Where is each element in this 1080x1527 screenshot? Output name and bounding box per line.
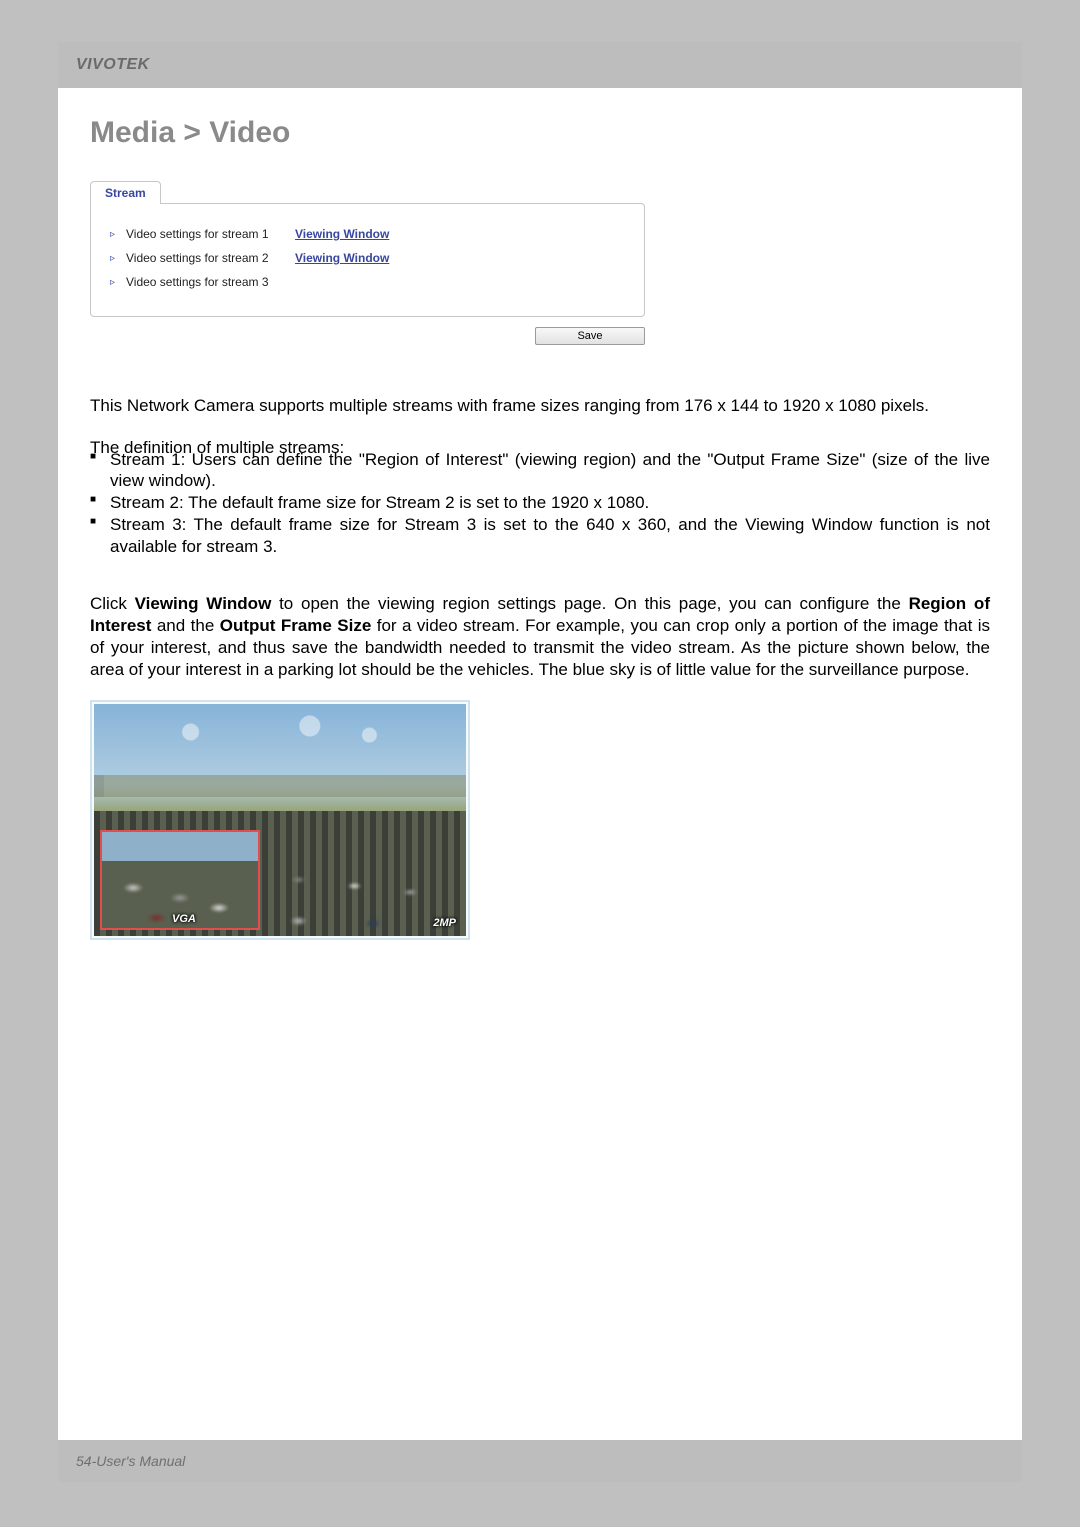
- stream-row: ▹ Video settings for stream 2 Viewing Wi…: [107, 246, 628, 270]
- text-run: and the: [151, 616, 219, 635]
- stream-label: Video settings for stream 2: [126, 251, 281, 265]
- mp-badge: 2MP: [433, 916, 456, 930]
- page-number: 54: [76, 1453, 92, 1469]
- bullet-list: Stream 1: Users can define the "Region o…: [90, 449, 990, 558]
- vga-badge: VGA: [172, 912, 196, 926]
- parking-lot-figure: VGA 2MP: [90, 700, 470, 940]
- stream-label: Video settings for stream 1: [126, 227, 281, 241]
- stream-row: ▹ Video settings for stream 3: [107, 270, 628, 294]
- breadcrumb: Media > Video: [90, 116, 990, 150]
- paragraph: This Network Camera supports multiple st…: [90, 395, 990, 417]
- list-item: Stream 1: Users can define the "Region o…: [90, 449, 990, 493]
- text-run: to open the viewing region settings page…: [271, 594, 908, 613]
- body-text: This Network Camera supports multiple st…: [90, 395, 990, 940]
- page-content: Media > Video Stream ▹ Video settings fo…: [58, 88, 1022, 940]
- tab-stream[interactable]: Stream: [90, 181, 161, 204]
- chevron-right-icon[interactable]: ▹: [107, 253, 118, 264]
- text-run: Click: [90, 594, 135, 613]
- doc-title: User's Manual: [96, 1453, 185, 1469]
- footer-band: 54 - User's Manual: [58, 1440, 1022, 1482]
- parking-scene-image: VGA 2MP: [94, 704, 466, 936]
- list-item: Stream 2: The default frame size for Str…: [90, 492, 990, 514]
- roi-inset: VGA: [100, 830, 260, 930]
- header-band: VIVOTEK: [58, 42, 1022, 88]
- chevron-right-icon[interactable]: ▹: [107, 229, 118, 240]
- text-bold: Output Frame Size: [220, 616, 372, 635]
- list-item: Stream 3: The default frame size for Str…: [90, 514, 990, 558]
- text-bold: Viewing Window: [135, 594, 272, 613]
- manual-page: VIVOTEK Media > Video Stream ▹ Video set…: [58, 42, 1022, 1482]
- save-row: Save: [90, 327, 645, 345]
- tab-panel: ▹ Video settings for stream 1 Viewing Wi…: [90, 203, 645, 317]
- viewing-window-link[interactable]: Viewing Window: [295, 251, 389, 265]
- stream-settings-panel: Stream ▹ Video settings for stream 1 Vie…: [90, 180, 645, 345]
- chevron-right-icon[interactable]: ▹: [107, 277, 118, 288]
- brand-label: VIVOTEK: [76, 56, 150, 74]
- stream-row: ▹ Video settings for stream 1 Viewing Wi…: [107, 222, 628, 246]
- stream-label: Video settings for stream 3: [126, 275, 281, 289]
- viewing-window-link[interactable]: Viewing Window: [295, 227, 389, 241]
- paragraph: Click Viewing Window to open the viewing…: [90, 593, 990, 680]
- clouds-decoration: [131, 714, 429, 744]
- tabset: Stream: [90, 180, 645, 203]
- mountains-decoration: [94, 775, 466, 797]
- save-button[interactable]: Save: [535, 327, 645, 345]
